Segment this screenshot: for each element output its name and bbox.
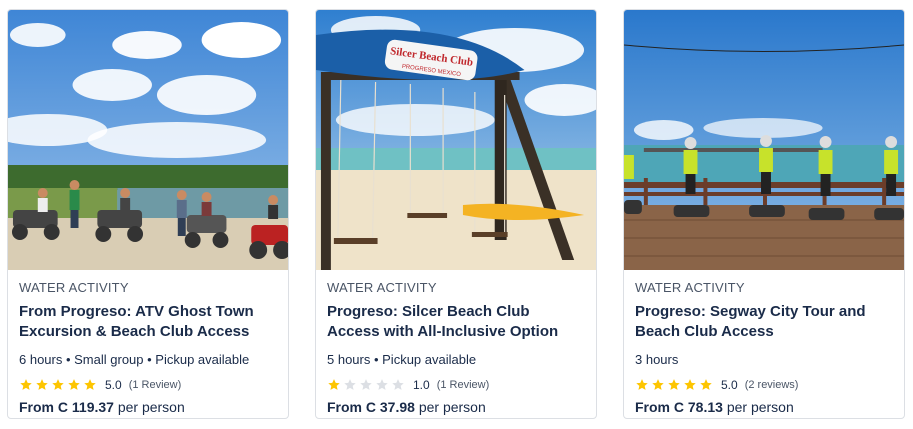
star-filled-icon xyxy=(52,379,64,390)
star-rating xyxy=(327,378,405,392)
activity-category: WATER ACTIVITY xyxy=(635,280,745,295)
rating-score: 5.0 xyxy=(105,378,122,392)
rating-score: 1.0 xyxy=(413,378,430,392)
star-empty-icon xyxy=(392,379,404,390)
review-count: (1 Review) xyxy=(436,379,490,391)
price-unit: per person xyxy=(418,399,486,415)
activity-card[interactable]: WATER ACTIVITY Progreso: Segway City Tou… xyxy=(623,9,905,419)
segway-pier-photo[interactable] xyxy=(624,10,904,270)
activity-title[interactable]: From Progreso: ATV Ghost Town Excursion … xyxy=(19,302,277,342)
activity-card[interactable]: WATER ACTIVITY From Progreso: ATV Ghost … xyxy=(7,9,289,419)
star-empty-icon xyxy=(376,379,388,390)
star-rating xyxy=(635,378,713,392)
rating-row: 1.0 (1 Review) xyxy=(327,377,585,393)
price-unit: per person xyxy=(117,399,185,415)
star-filled-icon xyxy=(652,379,664,390)
activity-title[interactable]: Progreso: Silcer Beach Club Access with … xyxy=(327,302,585,342)
price-from: From C 37.98 xyxy=(327,399,415,415)
activity-meta: 3 hours xyxy=(635,352,679,367)
price: From C 37.98 per person xyxy=(327,399,585,415)
price-unit: per person xyxy=(726,399,794,415)
price-from: From C 78.13 xyxy=(635,399,723,415)
star-filled-icon xyxy=(684,379,696,390)
rating-score: 5.0 xyxy=(721,378,738,392)
star-filled-icon xyxy=(84,379,96,390)
star-empty-icon xyxy=(344,379,356,390)
star-filled-icon xyxy=(68,379,80,390)
activity-title[interactable]: Progreso: Segway City Tour and Beach Clu… xyxy=(635,302,893,342)
star-filled-icon xyxy=(636,379,648,390)
star-rating xyxy=(19,378,97,392)
beach-swing-sign-photo[interactable]: Silcer Beach Club PROGRESO MEXICO xyxy=(316,10,596,270)
star-filled-icon xyxy=(36,379,48,390)
star-filled-icon xyxy=(668,379,680,390)
activity-meta: 6 hours • Small group • Pickup available xyxy=(19,352,250,367)
price-from: From C 119.37 xyxy=(19,399,114,415)
activity-category: WATER ACTIVITY xyxy=(19,280,129,295)
review-count: (1 Review) xyxy=(128,379,182,391)
atv-group-lagoon-photo[interactable] xyxy=(8,10,288,270)
star-filled-icon xyxy=(20,379,32,390)
rating-row: 5.0 (2 reviews) xyxy=(635,377,893,393)
activity-meta: 5 hours • Pickup available xyxy=(327,352,477,367)
price: From C 119.37 per person xyxy=(19,399,277,415)
star-filled-icon xyxy=(700,379,712,390)
activity-card-list: WATER ACTIVITY From Progreso: ATV Ghost … xyxy=(0,0,913,429)
star-empty-icon xyxy=(360,379,372,390)
activity-card[interactable]: Silcer Beach Club PROGRESO MEXICO WATER … xyxy=(315,9,597,419)
rating-row: 5.0 (1 Review) xyxy=(19,377,277,393)
review-count: (2 reviews) xyxy=(744,379,799,391)
activity-category: WATER ACTIVITY xyxy=(327,280,437,295)
price: From C 78.13 per person xyxy=(635,399,893,415)
star-filled-icon xyxy=(328,379,340,390)
